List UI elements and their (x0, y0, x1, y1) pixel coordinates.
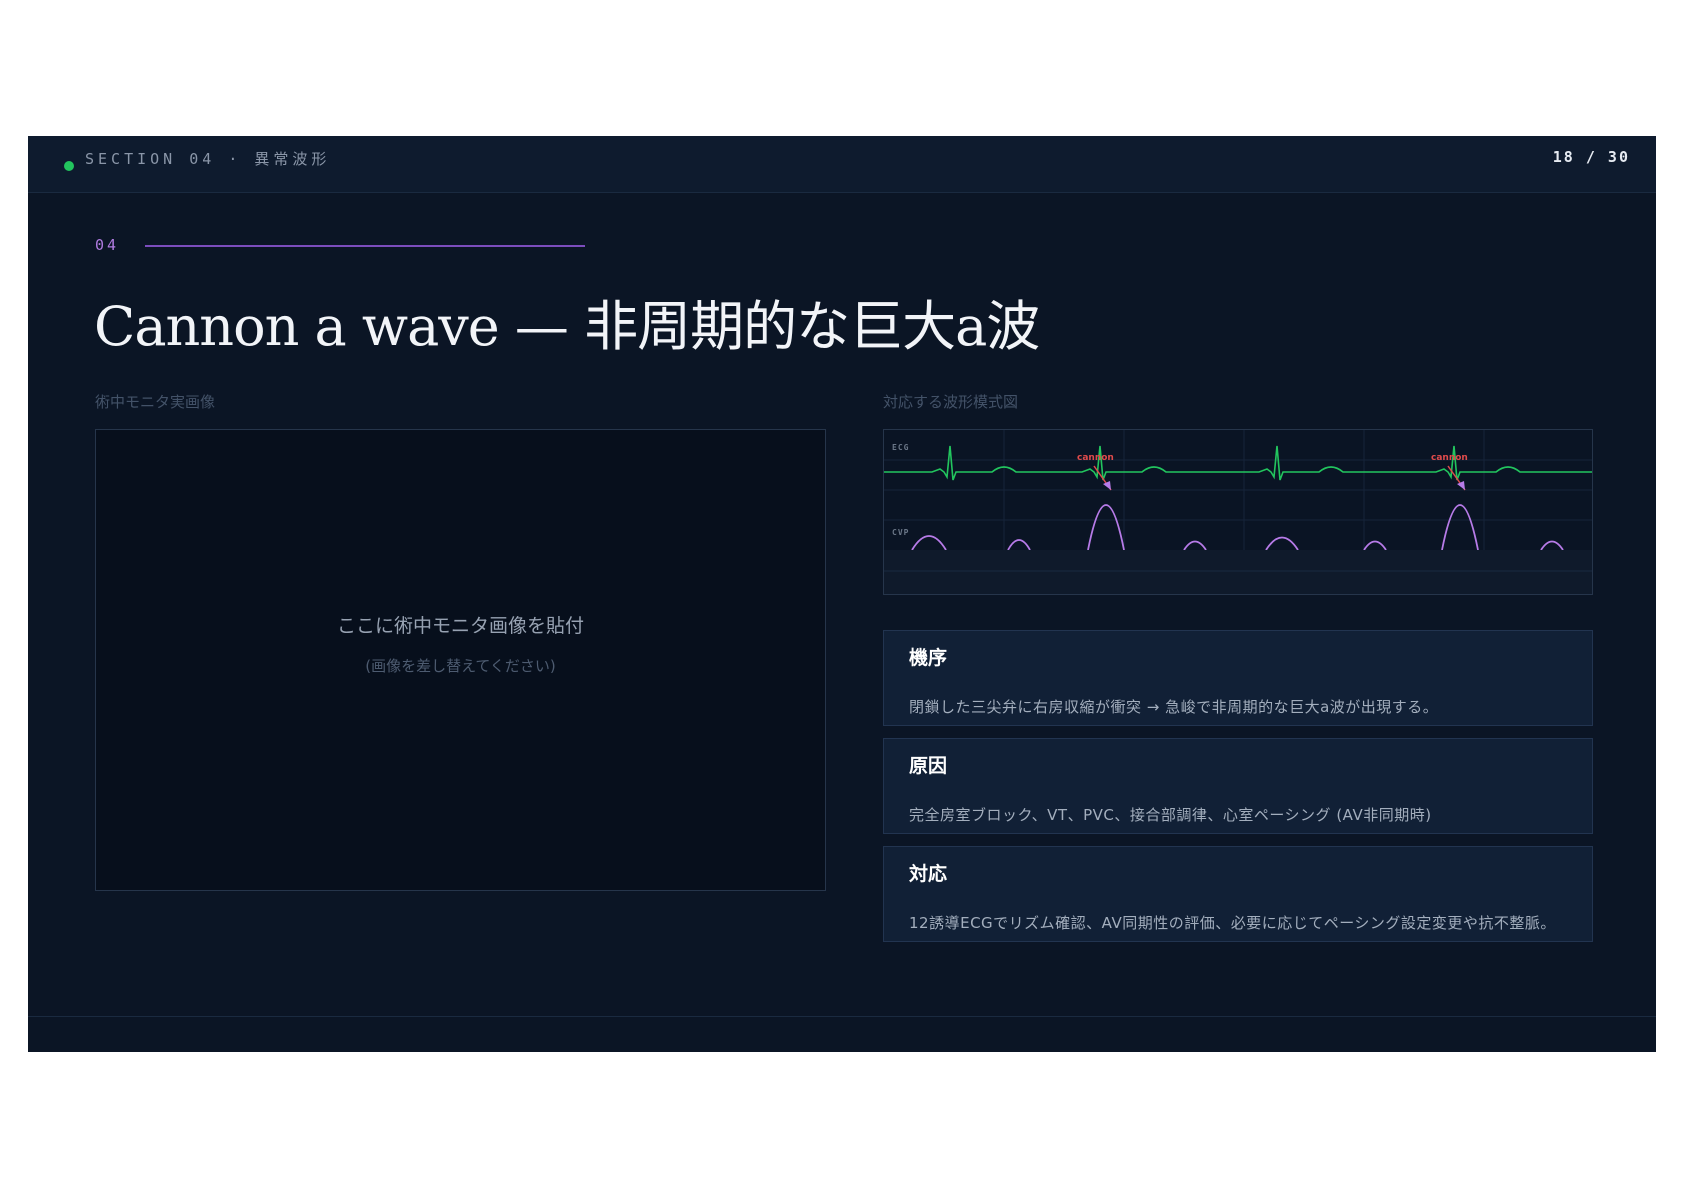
card-title: 対応 (909, 863, 948, 885)
card-mechanism: 機序 閉鎖した三尖弁に右房収縮が衝突 → 急峻で非周期的な巨大a波が出現する。 (883, 630, 1593, 726)
ecg-label: ECG (892, 443, 910, 452)
card-body: 完全房室ブロック、VT、PVC、接合部調律、心室ペーシング (AV非同期時) (909, 806, 1432, 824)
slide-title: Cannon a wave — 非周期的な巨大a波 (94, 295, 1040, 358)
top-bar: SECTION 04 · 異常波形 18 / 30 (28, 136, 1656, 193)
waveform-diagram: ECG CVP cannon cannon (883, 429, 1593, 595)
card-body: 閉鎖した三尖弁に右房収縮が衝突 → 急峻で非周期的な巨大a波が出現する。 (909, 698, 1439, 716)
page-number: 18 / 30 (1552, 148, 1630, 166)
card-cause: 原因 完全房室ブロック、VT、PVC、接合部調律、心室ペーシング (AV非同期時… (883, 738, 1593, 834)
slide: SECTION 04 · 異常波形 18 / 30 04 Cannon a wa… (28, 136, 1656, 1052)
card-title: 機序 (909, 647, 948, 669)
status-dot-icon (64, 161, 74, 171)
section-divider (145, 245, 585, 247)
waveform-svg (884, 430, 1592, 594)
placeholder-main-text: ここに術中モニタ画像を貼付 (336, 615, 584, 637)
card-body: 12誘導ECGでリズム確認、AV同期性の評価、必要に応じてペーシング設定変更や抗… (909, 914, 1556, 932)
cvp-label: CVP (892, 528, 910, 537)
footer-divider (28, 1016, 1656, 1017)
section-label: SECTION 04 · 異常波形 (85, 150, 331, 168)
cannon-label-2: cannon (1431, 453, 1468, 463)
left-caption: 術中モニタ実画像 (95, 393, 216, 411)
cannon-label-1: cannon (1077, 453, 1114, 463)
placeholder-sub-text: (画像を差し替えてください) (365, 657, 556, 675)
card-response: 対応 12誘導ECGでリズム確認、AV同期性の評価、必要に応じてペーシング設定変… (883, 846, 1593, 942)
card-title: 原因 (909, 755, 948, 777)
right-caption: 対応する波形模式図 (883, 393, 1019, 411)
monitor-image-placeholder[interactable]: ここに術中モニタ画像を貼付 (画像を差し替えてください) (95, 429, 826, 891)
section-number: 04 (95, 236, 120, 254)
